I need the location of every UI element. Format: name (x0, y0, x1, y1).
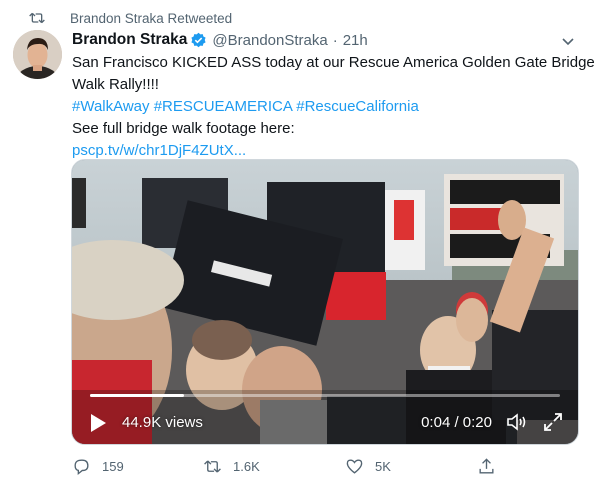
tweet-text-line: San Francisco KICKED ASS today at our Re… (72, 54, 595, 71)
retweet-context: Brandon Straka Retweeted (29, 9, 232, 27)
separator-dot: · (332, 31, 338, 49)
video-progress-bar[interactable] (90, 394, 560, 397)
reply-button[interactable]: 159 (72, 455, 124, 477)
tweet-actions: 159 1.6K 5K (72, 455, 512, 477)
reply-count: 159 (102, 458, 124, 474)
footage-line: See full bridge walk footage here: (72, 120, 295, 137)
like-count: 5K (375, 458, 391, 474)
like-button[interactable]: 5K (345, 455, 391, 477)
heart-icon (346, 458, 363, 474)
retweet-button[interactable]: 1.6K (203, 455, 260, 477)
retweet-count: 1.6K (233, 458, 260, 474)
play-icon[interactable] (88, 412, 108, 434)
author-name[interactable]: Brandon Straka (72, 31, 187, 49)
video-player[interactable]: 44.9K views 0:04 / 0:20 (71, 159, 579, 445)
video-progress-fill (90, 394, 184, 397)
chevron-down-icon[interactable] (560, 33, 576, 49)
tweet-body: San Francisco KICKED ASS today at our Re… (72, 52, 595, 162)
share-icon (479, 457, 494, 474)
reply-icon (74, 458, 89, 475)
share-button[interactable] (477, 455, 496, 477)
avatar[interactable] (13, 30, 62, 79)
view-count: 44.9K views (122, 414, 203, 431)
verified-badge-icon (191, 32, 207, 48)
tweet-time[interactable]: 21h (343, 32, 368, 49)
retweet-icon (29, 12, 45, 24)
video-time: 0:04 / 0:20 (421, 414, 492, 431)
hashtags[interactable]: #WalkAway #RESCUEAMERICA #RescueCaliforn… (72, 96, 582, 118)
volume-icon[interactable] (506, 412, 528, 432)
video-controls: 44.9K views 0:04 / 0:20 (72, 400, 578, 444)
tweet-header: Brandon Straka @BrandonStraka · 21h (72, 29, 576, 51)
author-handle[interactable]: @BrandonStraka (212, 32, 327, 49)
retweet-label[interactable]: Brandon Straka Retweeted (70, 11, 232, 26)
retweet-icon (204, 459, 221, 473)
tweet-text-line: Walk Rally!!!! (72, 76, 159, 93)
fullscreen-icon[interactable] (542, 411, 564, 433)
